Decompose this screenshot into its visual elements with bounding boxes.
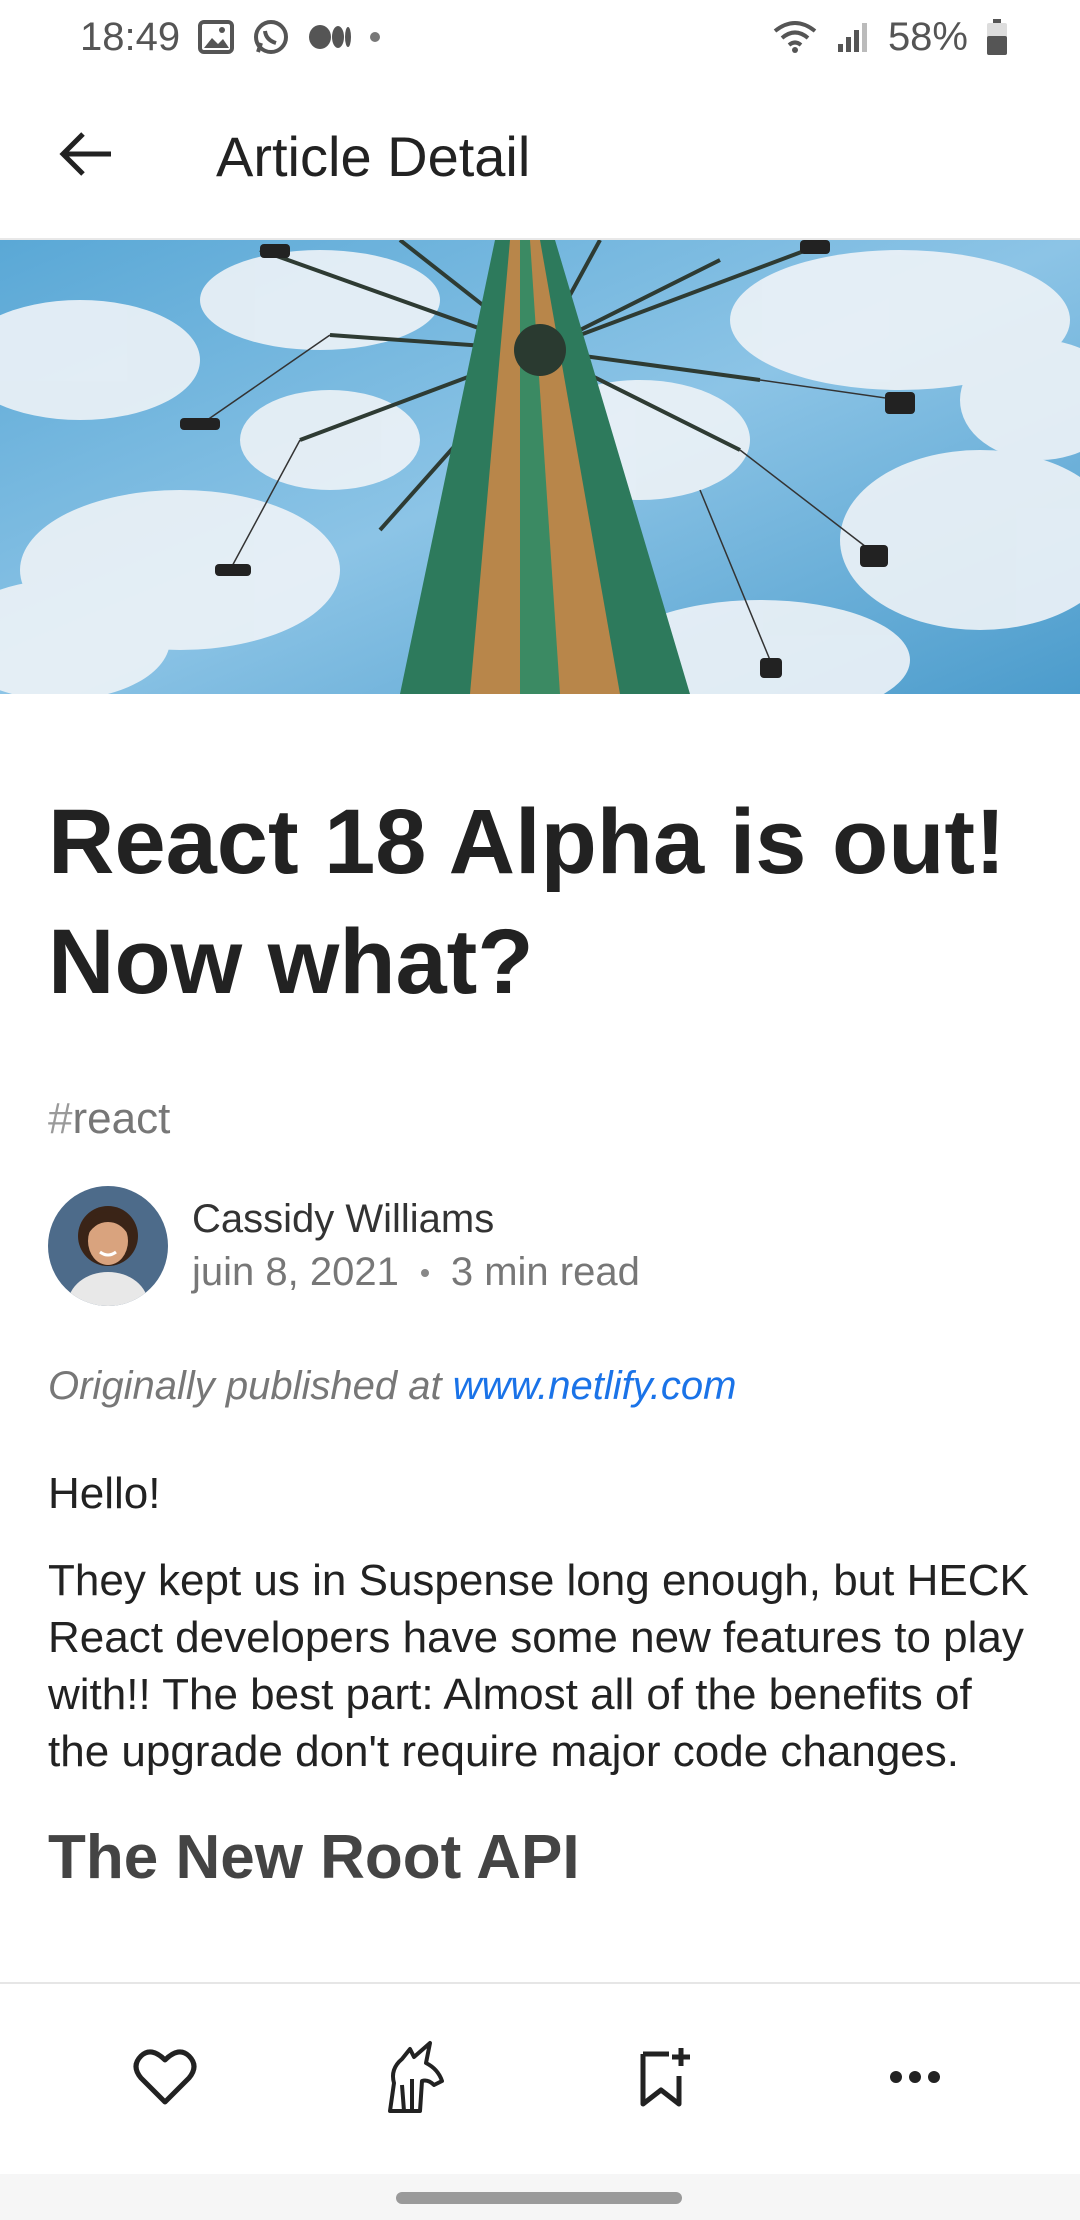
bookmark-add-icon [639, 2046, 691, 2113]
like-button[interactable] [95, 2009, 235, 2149]
tag-name: react [72, 1094, 171, 1143]
tag-hash: # [48, 1094, 73, 1143]
more-button[interactable] [845, 2009, 985, 2149]
paragraph-body: They kept us in Suspense long enough, bu… [48, 1556, 1029, 1776]
status-left: 18:49 [80, 14, 381, 60]
heart-icon [133, 2048, 197, 2111]
app-bar: Article Detail [0, 74, 1080, 240]
more-icon [889, 2070, 941, 2089]
author-row[interactable]: Cassidy Williams juin 8, 2021 3 min read [48, 1186, 1032, 1306]
bookmark-button[interactable] [595, 2009, 735, 2149]
article-title: React 18 Alpha is out! Now what? [48, 791, 1006, 1013]
unicorn-icon [380, 2039, 450, 2120]
status-time: 18:49 [80, 14, 181, 59]
system-nav-area [0, 2174, 1080, 2220]
unicorn-button[interactable] [345, 2009, 485, 2149]
bottom-action-bar [0, 1982, 1080, 2174]
battery-percent: 58% [887, 14, 968, 59]
author-sub: juin 8, 2021 3 min read [192, 1250, 640, 1295]
section-heading: The New Root API [48, 1823, 580, 1892]
signal-icon [836, 20, 870, 54]
article-tag[interactable]: #react [48, 1094, 1032, 1144]
separator-dot [420, 1268, 429, 1277]
status-bar: 18:49 58% [0, 0, 1080, 74]
gallery-icon [198, 20, 235, 54]
medium-icon [308, 23, 352, 51]
origin-note: Originally published at www.netlify.com [48, 1364, 1032, 1409]
publish-date: juin 8, 2021 [192, 1250, 399, 1294]
article-cover-image [0, 240, 1080, 694]
page-title: Article Detail [216, 124, 531, 188]
origin-prefix: Originally published at [48, 1364, 442, 1408]
origin-link[interactable]: www.netlify.com [453, 1364, 737, 1408]
battery-icon [986, 18, 1008, 56]
article-content: React 18 Alpha is out! Now what? #react … [48, 694, 1032, 1893]
paragraph-hello: Hello! [48, 1469, 161, 1518]
author-name[interactable]: Cassidy Williams [192, 1197, 640, 1242]
author-meta: Cassidy Williams juin 8, 2021 3 min read [192, 1197, 640, 1295]
read-time: 3 min read [450, 1250, 640, 1294]
avatar[interactable] [48, 1186, 168, 1306]
status-right: 58% [772, 15, 1008, 60]
back-button[interactable] [0, 73, 170, 239]
whatsapp-icon [252, 18, 290, 56]
notification-dot-icon [370, 32, 381, 42]
arrow-left-icon [57, 130, 113, 183]
wifi-icon [772, 19, 818, 55]
home-indicator[interactable] [396, 2192, 682, 2204]
